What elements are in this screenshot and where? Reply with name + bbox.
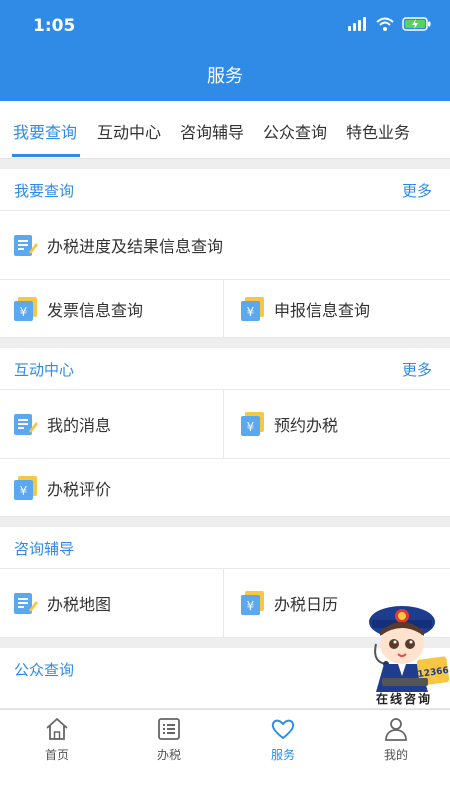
svg-text:¥: ¥ xyxy=(247,305,255,319)
svg-text:¥: ¥ xyxy=(247,420,255,434)
service-item-label: 我的消息 xyxy=(47,416,112,435)
tabbar-label: 首页 xyxy=(44,748,69,762)
tabbar-mine[interactable]: 我的 xyxy=(366,716,426,763)
yen-card-icon: ¥ xyxy=(241,591,264,615)
section-title: 互动中心 xyxy=(14,361,75,379)
tab-public-query[interactable]: 公众查询 xyxy=(263,119,327,143)
service-item-label: 申报信息查询 xyxy=(274,300,371,320)
section-header-consult: 咨询辅导 xyxy=(0,527,450,569)
service-row: 办税进度及结果信息查询 xyxy=(0,211,450,280)
list-icon xyxy=(158,718,180,740)
cell-divider xyxy=(223,280,224,337)
tabbar-label: 办税 xyxy=(156,748,181,762)
section-header-interaction: 互动中心 更多 xyxy=(0,348,450,390)
tab-special-business[interactable]: 特色业务 xyxy=(346,119,410,143)
svg-text:¥: ¥ xyxy=(20,305,28,319)
service-item-declaration-query[interactable]: ¥ 申报信息查询 xyxy=(240,280,370,337)
battery-charging-icon xyxy=(402,17,431,31)
service-item-label: 发票信息查询 xyxy=(47,300,144,320)
tabbar-tax[interactable]: 办税 xyxy=(139,716,199,763)
svg-text:¥: ¥ xyxy=(20,484,28,498)
yen-card-icon: ¥ xyxy=(241,412,264,436)
category-tabs: 我要查询 互动中心 咨询辅导 公众查询 特色业务 xyxy=(0,101,450,159)
more-link[interactable]: 更多 xyxy=(402,180,432,201)
yen-card-icon: ¥ xyxy=(14,296,37,321)
service-row: ¥ 办税评价 xyxy=(0,459,450,517)
service-item-tax-calendar[interactable]: ¥ 办税日历 xyxy=(240,569,338,637)
service-item-tax-map[interactable]: 办税地图 xyxy=(13,569,111,637)
signal-icon xyxy=(348,17,366,31)
status-bar: 1:05 xyxy=(0,0,450,50)
section-title: 咨询辅导 xyxy=(14,540,75,558)
service-item-appointment[interactable]: ¥ 预约办税 xyxy=(240,390,338,458)
home-icon xyxy=(46,718,68,740)
more-link[interactable]: 更多 xyxy=(402,359,432,380)
service-item-label: 办税日历 xyxy=(274,595,339,614)
heart-icon xyxy=(271,719,295,739)
document-icon xyxy=(14,593,38,614)
service-item-tax-evaluation[interactable]: ¥ 办税评价 xyxy=(13,459,111,516)
yen-card-icon: ¥ xyxy=(14,475,37,500)
service-item-label: 办税地图 xyxy=(47,595,112,614)
service-item-tax-progress[interactable]: 办税进度及结果信息查询 xyxy=(13,211,223,279)
service-item-label: 办税进度及结果信息查询 xyxy=(47,237,224,256)
status-time: 1:05 xyxy=(33,16,76,36)
person-icon xyxy=(385,718,407,741)
section-header-query: 我要查询 更多 xyxy=(0,169,450,211)
tabbar-home[interactable]: 首页 xyxy=(27,716,87,763)
page-title: 服务 xyxy=(207,66,243,87)
service-item-invoice-query[interactable]: ¥ 发票信息查询 xyxy=(13,280,143,337)
active-tab-indicator xyxy=(12,154,80,157)
cell-divider xyxy=(223,390,224,458)
document-icon xyxy=(14,414,38,435)
yen-card-icon: ¥ xyxy=(241,296,264,321)
service-item-label: 办税评价 xyxy=(47,479,112,499)
service-item-label: 预约办税 xyxy=(274,416,339,435)
document-icon xyxy=(14,235,38,256)
service-row: 我的消息 ¥ 预约办税 xyxy=(0,390,450,459)
tabbar-service[interactable]: 服务 xyxy=(253,716,313,763)
cell-divider xyxy=(223,569,224,637)
bottom-tab-bar: 首页 办税 服务 我的 xyxy=(0,709,450,800)
wifi-icon xyxy=(376,17,394,31)
service-row: ¥ 发票信息查询 ¥ 申报信息查询 xyxy=(0,280,450,338)
online-consult-label[interactable]: 在线咨询 xyxy=(376,690,432,707)
service-item-my-messages[interactable]: 我的消息 xyxy=(13,390,111,458)
status-icons xyxy=(348,17,432,31)
tab-query[interactable]: 我要查询 xyxy=(13,119,77,143)
svg-text:¥: ¥ xyxy=(247,599,255,613)
section-title: 公众查询 xyxy=(14,661,75,679)
tab-consult[interactable]: 咨询辅导 xyxy=(180,119,244,143)
tabbar-label: 服务 xyxy=(270,748,295,762)
tabbar-label: 我的 xyxy=(383,748,408,762)
section-title: 我要查询 xyxy=(14,182,75,200)
app-header: 1:05 服务 xyxy=(0,0,450,101)
tab-interaction[interactable]: 互动中心 xyxy=(97,119,161,143)
